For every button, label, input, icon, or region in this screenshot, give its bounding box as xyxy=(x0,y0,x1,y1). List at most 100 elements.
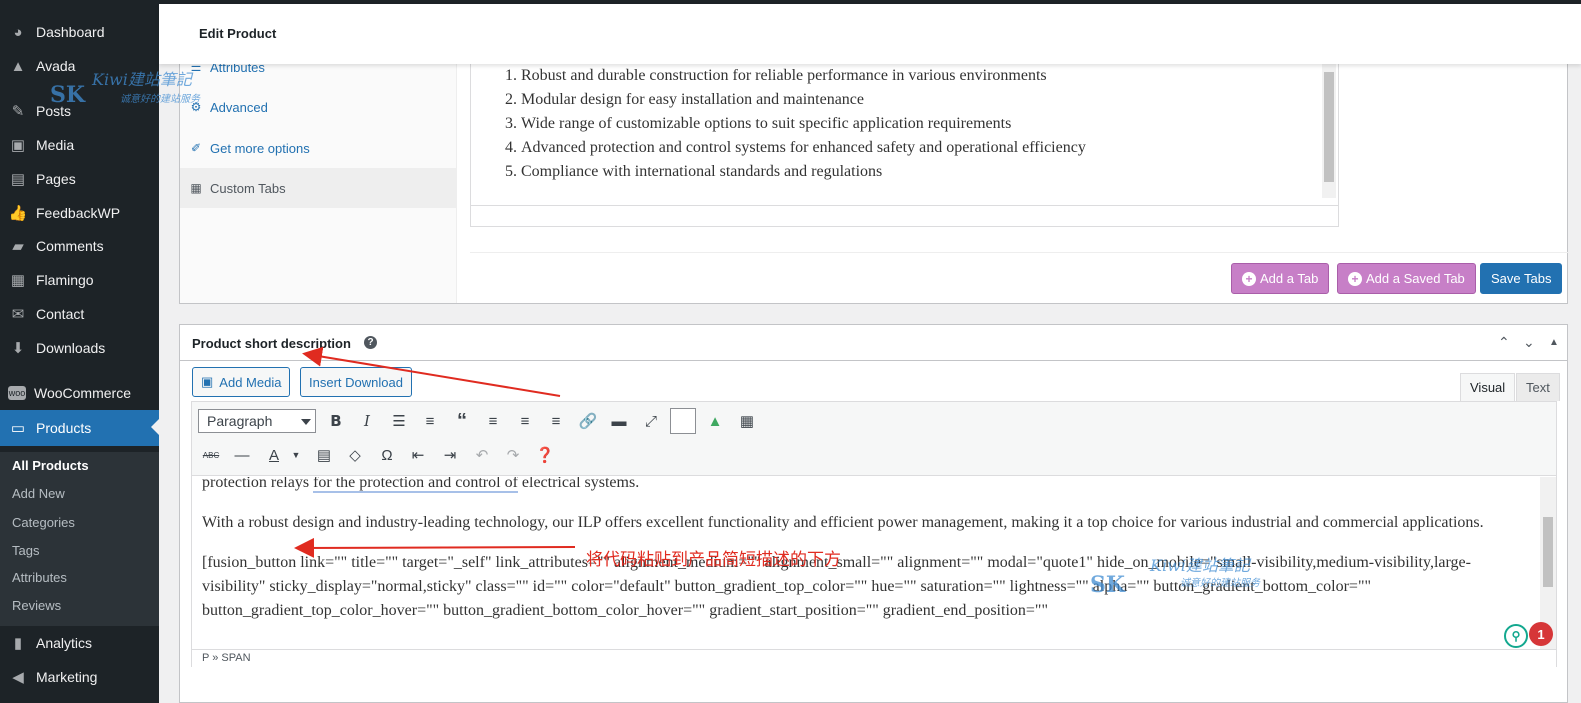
page-title: Edit Product xyxy=(199,26,277,41)
submenu-all-products[interactable]: All Products xyxy=(12,458,89,473)
tab-custom-tabs[interactable]: ▦ Custom Tabs xyxy=(180,168,457,208)
align-center-icon[interactable]: ≡ xyxy=(512,408,538,434)
sidebar-item-pages[interactable]: ▤ Pages xyxy=(0,162,159,196)
submenu-add-new[interactable]: Add New xyxy=(12,486,65,501)
format-select[interactable]: Paragraph xyxy=(198,409,316,433)
list-item: Wide range of customizable options to su… xyxy=(521,112,1086,136)
page-header: Edit Product xyxy=(159,4,1581,64)
watermark-text: Kiwi建站筆記 xyxy=(1150,556,1250,575)
editor-content[interactable]: protection relays for the protection and… xyxy=(192,477,1556,649)
sidebar-item-dashboard[interactable]: ◕ Dashboard xyxy=(0,15,159,49)
submenu-attributes[interactable]: Attributes xyxy=(12,570,67,585)
link-icon[interactable]: 🔗 xyxy=(575,408,601,434)
sidebar-item-downloads[interactable]: ⬇ Downloads xyxy=(0,331,159,365)
sidebar-item-marketing[interactable]: ◀ Marketing xyxy=(0,660,159,694)
avada-icon: ▲ xyxy=(10,57,26,75)
add-tab-button[interactable]: + Add a Tab xyxy=(1231,263,1330,294)
scrollbar[interactable] xyxy=(1322,64,1336,198)
button-label: Save Tabs xyxy=(1491,271,1552,286)
align-left-icon[interactable]: ≡ xyxy=(480,408,506,434)
italic-icon[interactable]: I xyxy=(354,408,380,434)
dashboard-icon: ◕ xyxy=(13,23,23,41)
caret-up-icon[interactable]: ▲ xyxy=(1549,337,1559,348)
strikethrough-icon[interactable]: ABC xyxy=(198,442,224,468)
scrollbar-thumb[interactable] xyxy=(1324,72,1334,182)
tab-label: Text xyxy=(1526,380,1550,395)
product-data-panel: ☰ Attributes ⚙ Advanced ✐ Get more optio… xyxy=(179,60,1569,304)
grammar-icon[interactable]: ⚲ xyxy=(1504,624,1528,648)
tab-visual[interactable]: Visual xyxy=(1460,373,1516,401)
eraser-icon[interactable]: ◇ xyxy=(342,442,368,468)
paragraph: protection relays for the protection and… xyxy=(202,477,1520,495)
bullet-list-icon[interactable]: ☰ xyxy=(386,408,412,434)
product-data-tabs: ☰ Attributes ⚙ Advanced ✐ Get more optio… xyxy=(180,60,457,303)
sidebar-item-comments[interactable]: ▰ Comments xyxy=(0,229,159,263)
sidebar-item-feedbackwp[interactable]: 👍 FeedbackWP xyxy=(0,196,159,230)
editor-toolbar: Paragraph B I ☰ ≡ “ ≡ ≡ ≡ 🔗 ▬ ⤢ ▲ ▦ ABC … xyxy=(192,402,1556,476)
watermark-logo: SK Kiwi建站筆記 诚意好的建站服务 xyxy=(50,62,210,122)
sidebar-item-label: Comments xyxy=(36,238,104,254)
sidebar-item-label: Media xyxy=(36,137,75,153)
notification-badge[interactable]: 1 xyxy=(1529,622,1553,646)
sidebar-item-label: Dashboard xyxy=(36,24,105,40)
add-saved-tab-button[interactable]: + Add a Saved Tab xyxy=(1337,263,1476,294)
align-right-icon[interactable]: ≡ xyxy=(543,408,569,434)
download-icon: ⬇ xyxy=(11,340,25,357)
sidebar-item-woocommerce[interactable]: woo WooCommerce xyxy=(0,376,159,410)
blockquote-icon[interactable]: “ xyxy=(449,408,475,434)
element-path: P » SPAN xyxy=(202,652,251,664)
chevron-up-icon[interactable]: ⌃ xyxy=(1498,334,1510,351)
add-media-button[interactable]: ▣ Add Media xyxy=(192,367,291,397)
numbered-list-icon[interactable]: ≡ xyxy=(417,408,443,434)
omega-icon[interactable]: Ω xyxy=(374,442,400,468)
sidebar-item-label: WooCommerce xyxy=(34,385,131,401)
read-more-icon[interactable]: ▬ xyxy=(606,408,632,434)
toolbar-toggle-icon[interactable] xyxy=(670,408,696,434)
tab-get-more-options[interactable]: ✐ Get more options xyxy=(180,128,457,168)
chart-icon: ▮ xyxy=(13,635,23,652)
help-icon[interactable]: ❓ xyxy=(532,442,558,468)
submenu-reviews[interactable]: Reviews xyxy=(12,598,61,613)
outdent-icon[interactable]: ⇤ xyxy=(405,442,431,468)
megaphone-icon: ◀ xyxy=(12,669,24,686)
paste-text-icon[interactable]: ▤ xyxy=(311,442,337,468)
submenu-tags[interactable]: Tags xyxy=(12,543,39,558)
chevron-down-icon[interactable]: ⌄ xyxy=(1523,334,1535,351)
sidebar-item-products[interactable]: ▭ Products xyxy=(0,410,159,446)
sidebar-item-flamingo[interactable]: ▦ Flamingo xyxy=(0,263,159,297)
sidebar-item-label: Flamingo xyxy=(36,272,94,288)
chevron-down-icon[interactable]: ▼ xyxy=(283,442,309,468)
submenu-categories[interactable]: Categories xyxy=(12,515,75,530)
indent-icon[interactable]: ⇥ xyxy=(437,442,463,468)
archive-icon: ▭ xyxy=(10,420,26,437)
button-label: Insert Download xyxy=(309,374,403,390)
text-run: for the protection and control of xyxy=(313,477,518,493)
fullscreen-icon[interactable]: ⤢ xyxy=(638,408,664,434)
pin-icon: ✎ xyxy=(11,103,25,120)
sidebar-item-contact[interactable]: ✉ Contact xyxy=(0,297,159,331)
redo-icon[interactable]: ↷ xyxy=(500,442,526,468)
bold-icon[interactable]: B xyxy=(323,408,349,434)
tab-text[interactable]: Text xyxy=(1516,373,1560,401)
thumbs-up-icon: 👍 xyxy=(8,205,28,222)
sidebar-item-label: Pages xyxy=(36,171,76,187)
undo-icon[interactable]: ↶ xyxy=(469,442,495,468)
pages-icon: ▤ xyxy=(10,171,26,188)
horizontal-line-icon[interactable]: — xyxy=(229,442,255,468)
custom-tab-content-editor[interactable]: Robust and durable construction for reli… xyxy=(470,60,1339,227)
chevron-down-icon xyxy=(301,419,311,425)
sidebar-item-label: Contact xyxy=(36,306,85,322)
tab-advanced[interactable]: ⚙ Advanced xyxy=(180,87,457,127)
sidebar-item-analytics[interactable]: ▮ Analytics xyxy=(0,626,159,660)
save-tabs-button[interactable]: Save Tabs xyxy=(1480,263,1563,294)
sidebar-item-label: Products xyxy=(36,420,92,436)
avada-icon[interactable]: ▲ xyxy=(702,408,728,434)
media-icon: ▣ xyxy=(10,137,26,154)
scrollbar-thumb[interactable] xyxy=(1543,517,1553,587)
help-icon[interactable]: ? xyxy=(364,336,377,349)
text-run: protection relays xyxy=(202,477,314,491)
postbox-header: Product short description ? ⌃ ⌄ ▲ xyxy=(180,325,1567,361)
sidebar-item-media[interactable]: ▣ Media xyxy=(0,128,159,162)
table-icon[interactable]: ▦ xyxy=(734,408,760,434)
insert-download-button[interactable]: Insert Download xyxy=(300,367,412,397)
